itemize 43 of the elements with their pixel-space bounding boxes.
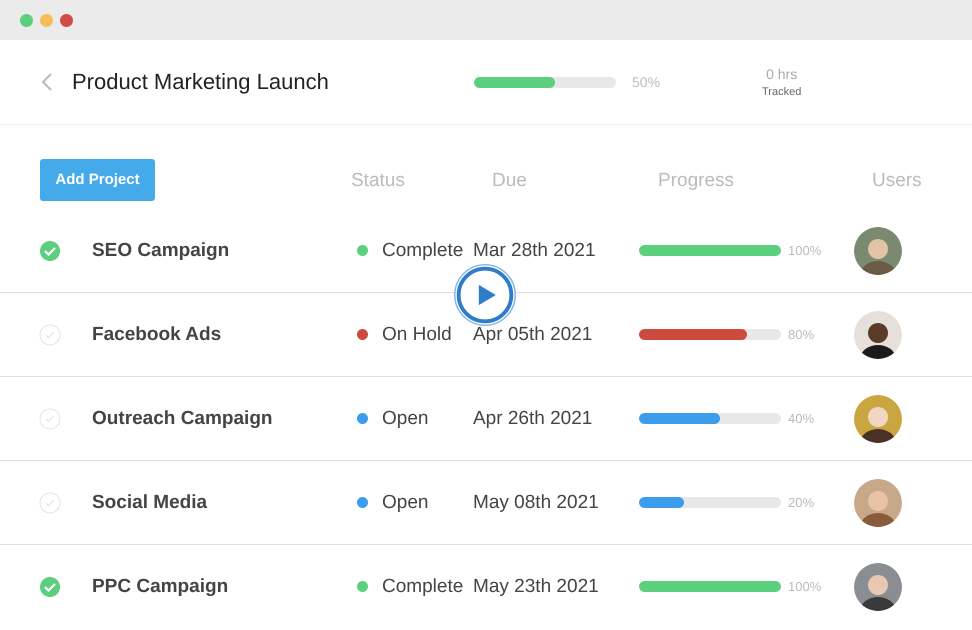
due-date: Apr 26th 2021 [473, 408, 594, 430]
checkbox[interactable] [39, 408, 61, 430]
due-date: May 23th 2021 [473, 576, 600, 598]
user-avatar [854, 310, 902, 358]
page-title: Product Marketing Launch [72, 69, 330, 95]
project-name: Social Media [92, 492, 208, 514]
checkbox[interactable] [39, 576, 61, 598]
user-avatar [854, 478, 902, 526]
column-header: Status [351, 170, 406, 192]
progress-percent: 100% [788, 243, 822, 258]
column-header: Due [492, 170, 528, 192]
add-project-button[interactable]: Add Project [40, 158, 155, 200]
user-avatar [854, 562, 902, 610]
window-button[interactable] [20, 14, 33, 26]
progress-percent: 100% [788, 579, 822, 594]
window-button[interactable] [60, 14, 73, 26]
status-label: Open [382, 492, 430, 514]
progress-percent: 20% [788, 495, 816, 510]
status-label: Open [382, 408, 430, 430]
status-label: Complete [382, 240, 464, 262]
checkbox[interactable] [39, 324, 61, 346]
checkbox[interactable] [39, 240, 61, 262]
progress-percent: 50% [632, 74, 662, 90]
column-header: Users [872, 170, 923, 192]
user-avatar [854, 394, 902, 442]
hours-label: Tracked [762, 86, 802, 98]
progress-percent: 40% [788, 411, 816, 426]
due-date: Apr 05th 2021 [473, 324, 594, 346]
project-name: SEO Campaign [92, 240, 230, 262]
status-label: Complete [382, 576, 464, 598]
checkbox[interactable] [39, 492, 61, 514]
status-label: On Hold [382, 324, 453, 346]
progress-percent: 80% [788, 327, 816, 342]
column-header: Progress [658, 170, 736, 192]
project-name: Facebook Ads [92, 324, 222, 346]
project-name: Outreach Campaign [92, 408, 274, 430]
hours-value: 0 hrs [766, 66, 798, 82]
project-name: PPC Campaign [92, 576, 230, 598]
due-date: May 08th 2021 [473, 492, 600, 514]
due-date: Mar 28th 2021 [473, 240, 597, 262]
back-icon[interactable] [40, 72, 54, 92]
user-avatar [854, 226, 902, 274]
play-button[interactable] [454, 264, 516, 326]
